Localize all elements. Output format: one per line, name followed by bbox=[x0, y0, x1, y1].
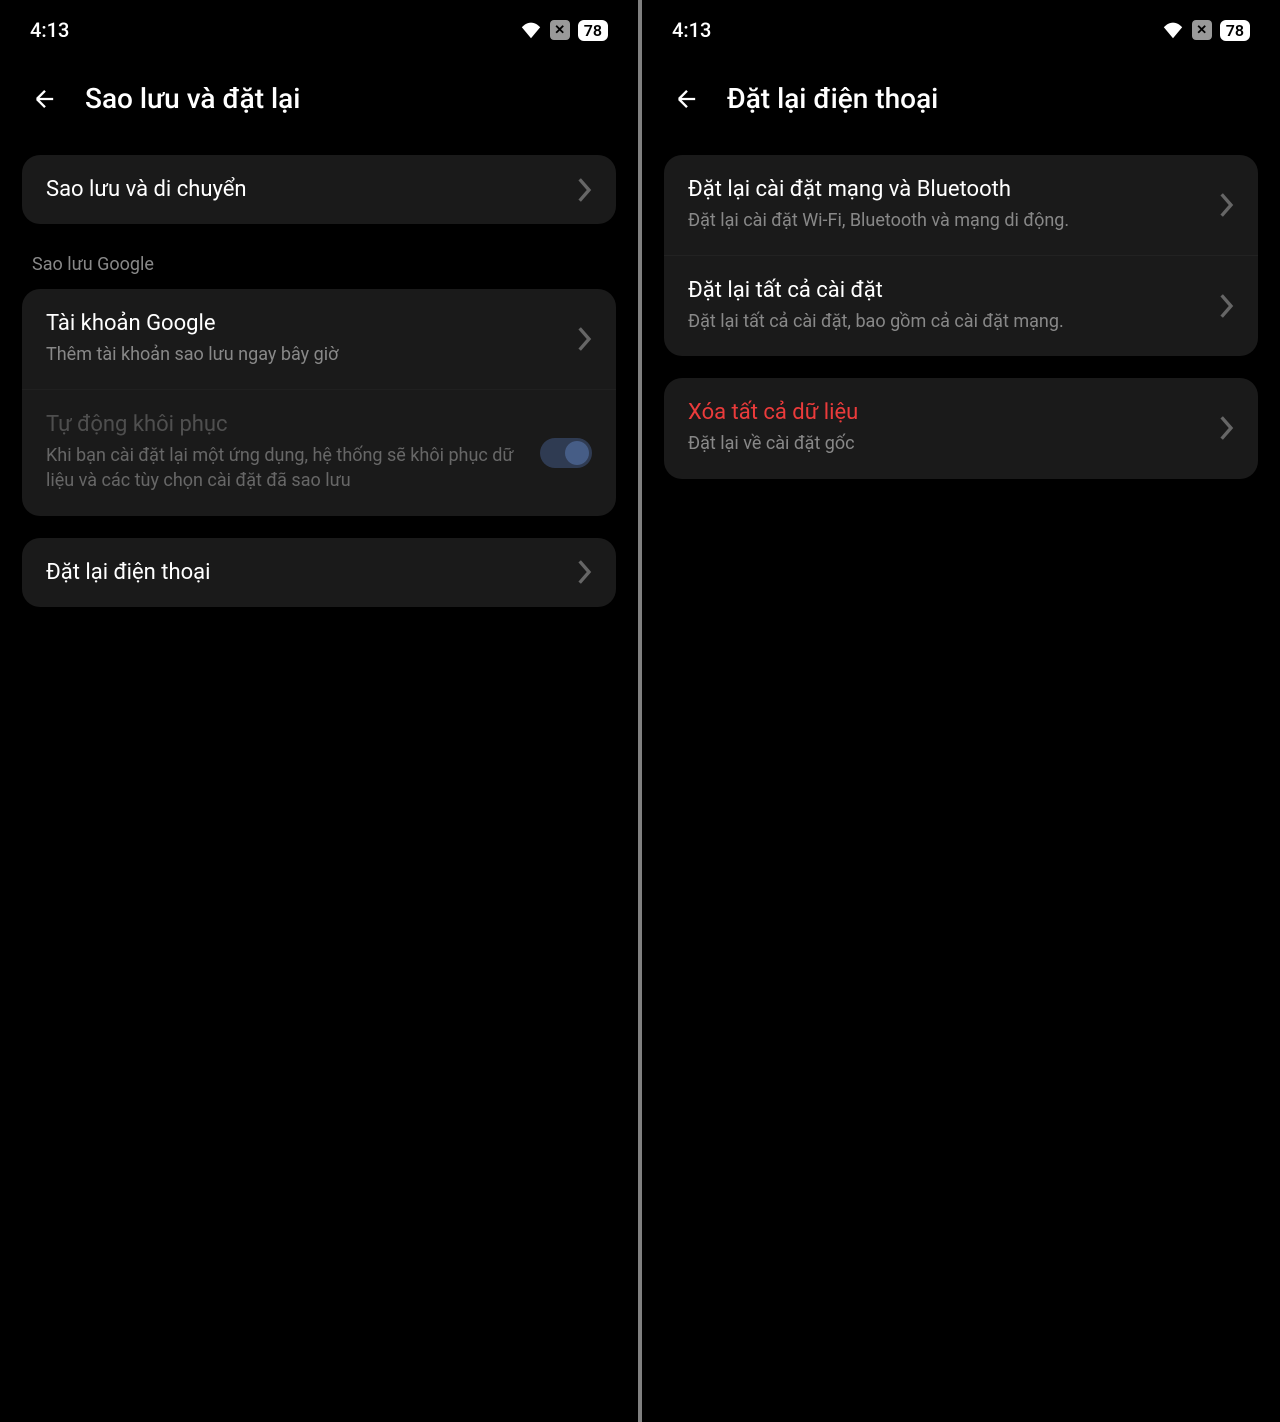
google-backup-section-label: Sao lưu Google bbox=[22, 254, 616, 275]
reset-network-item[interactable]: Đặt lại cài đặt mạng và Bluetooth Đặt lạ… bbox=[664, 155, 1258, 255]
wifi-icon bbox=[520, 21, 542, 39]
reset-phone-group: Đặt lại điện thoại bbox=[22, 538, 616, 607]
content-area: Sao lưu và di chuyển Sao lưu Google Tài … bbox=[0, 135, 638, 627]
item-title: Tài khoản Google bbox=[46, 311, 563, 336]
backup-move-group: Sao lưu và di chuyển bbox=[22, 155, 616, 224]
item-title: Đặt lại tất cả cài đặt bbox=[688, 278, 1205, 303]
status-icons: ✕ 78 bbox=[520, 20, 608, 41]
page-title: Đặt lại điện thoại bbox=[727, 82, 938, 115]
status-time: 4:13 bbox=[30, 18, 69, 42]
battery-badge: 78 bbox=[578, 20, 608, 41]
chevron-right-icon bbox=[578, 178, 592, 202]
item-title: Đặt lại điện thoại bbox=[46, 560, 563, 585]
chevron-right-icon bbox=[578, 560, 592, 584]
status-bar: 4:13 ✕ 78 bbox=[0, 0, 638, 52]
reset-all-settings-item[interactable]: Đặt lại tất cả cài đặt Đặt lại tất cả cà… bbox=[664, 255, 1258, 356]
toggle-knob bbox=[565, 441, 589, 465]
item-title: Xóa tất cả dữ liệu bbox=[688, 400, 1205, 425]
chevron-right-icon bbox=[1220, 193, 1234, 217]
google-account-item[interactable]: Tài khoản Google Thêm tài khoản sao lưu … bbox=[22, 289, 616, 389]
chevron-right-icon bbox=[578, 327, 592, 351]
item-title: Tự động khôi phục bbox=[46, 412, 525, 437]
item-subtitle: Đặt lại tất cả cài đặt, bao gồm cả cài đ… bbox=[688, 309, 1205, 334]
google-backup-group: Tài khoản Google Thêm tài khoản sao lưu … bbox=[22, 289, 616, 516]
erase-all-group: Xóa tất cả dữ liệu Đặt lại về cài đặt gố… bbox=[664, 378, 1258, 478]
battery-badge: 78 bbox=[1220, 20, 1250, 41]
status-time: 4:13 bbox=[672, 18, 711, 42]
signal-x-icon: ✕ bbox=[1192, 20, 1212, 40]
backup-move-item[interactable]: Sao lưu và di chuyển bbox=[22, 155, 616, 224]
reset-options-group: Đặt lại cài đặt mạng và Bluetooth Đặt lạ… bbox=[664, 155, 1258, 356]
chevron-right-icon bbox=[1220, 416, 1234, 440]
chevron-right-icon bbox=[1220, 294, 1234, 318]
header: Đặt lại điện thoại bbox=[642, 52, 1280, 135]
header: Sao lưu và đặt lại bbox=[0, 52, 638, 135]
auto-restore-item[interactable]: Tự động khôi phục Khi bạn cài đặt lại mộ… bbox=[22, 389, 616, 515]
erase-all-data-item[interactable]: Xóa tất cả dữ liệu Đặt lại về cài đặt gố… bbox=[664, 378, 1258, 478]
wifi-icon bbox=[1162, 21, 1184, 39]
auto-restore-toggle[interactable] bbox=[540, 438, 592, 468]
back-button[interactable] bbox=[672, 84, 702, 114]
reset-phone-item[interactable]: Đặt lại điện thoại bbox=[22, 538, 616, 607]
item-subtitle: Thêm tài khoản sao lưu ngay bây giờ bbox=[46, 342, 563, 367]
item-title: Đặt lại cài đặt mạng và Bluetooth bbox=[688, 177, 1205, 202]
item-title: Sao lưu và di chuyển bbox=[46, 177, 563, 202]
page-title: Sao lưu và đặt lại bbox=[85, 82, 300, 115]
status-icons: ✕ 78 bbox=[1162, 20, 1250, 41]
status-bar: 4:13 ✕ 78 bbox=[642, 0, 1280, 52]
signal-x-icon: ✕ bbox=[550, 20, 570, 40]
item-subtitle: Đặt lại cài đặt Wi-Fi, Bluetooth và mạng… bbox=[688, 208, 1205, 233]
right-phone-screen: 4:13 ✕ 78 Đặt lại điện thoại Đặt lại cài… bbox=[642, 0, 1280, 1422]
item-subtitle: Đặt lại về cài đặt gốc bbox=[688, 431, 1205, 456]
back-button[interactable] bbox=[30, 84, 60, 114]
content-area: Đặt lại cài đặt mạng và Bluetooth Đặt lạ… bbox=[642, 135, 1280, 499]
item-subtitle: Khi bạn cài đặt lại một ứng dụng, hệ thố… bbox=[46, 443, 525, 493]
left-phone-screen: 4:13 ✕ 78 Sao lưu và đặt lại Sao lưu và … bbox=[0, 0, 638, 1422]
